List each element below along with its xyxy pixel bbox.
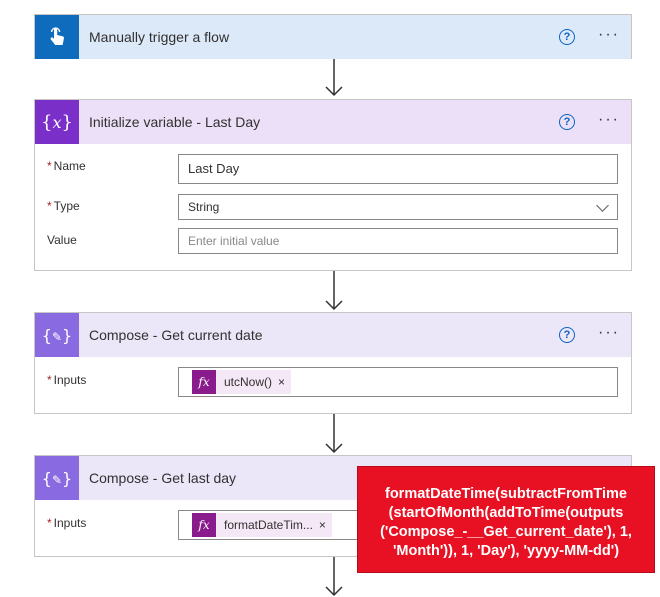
- help-icon[interactable]: ?: [559, 29, 575, 45]
- required-marker: *: [47, 516, 52, 530]
- remove-token-button[interactable]: ×: [319, 511, 332, 539]
- compose-last-day-title: Compose - Get last day: [89, 470, 237, 486]
- compose-current-date-header[interactable]: {✎} Compose - Get current date ? ···: [35, 313, 631, 357]
- chevron-down-icon: [596, 199, 609, 212]
- connector-arrow: [325, 271, 343, 311]
- function-icon: fx: [192, 370, 216, 394]
- type-label: * Type: [47, 199, 80, 213]
- connector-arrow: [325, 557, 343, 597]
- remove-token-button[interactable]: ×: [278, 368, 291, 396]
- inputs-label: * Inputs: [47, 516, 87, 530]
- function-icon: fx: [192, 513, 216, 537]
- type-dropdown[interactable]: String: [178, 194, 618, 220]
- connector-arrow: [325, 414, 343, 454]
- expression-tooltip: formatDateTime(subtractFromTime (startOf…: [357, 466, 655, 573]
- touch-hand-icon: [35, 15, 79, 59]
- connector-arrow: [325, 59, 343, 97]
- trigger-title: Manually trigger a flow: [89, 29, 230, 45]
- more-options-button[interactable]: ···: [598, 325, 620, 341]
- initialize-variable-header[interactable]: {x} Initialize variable - Last Day ? ···: [35, 100, 631, 144]
- required-marker: *: [47, 159, 52, 173]
- value-label: Value: [47, 233, 77, 247]
- inputs-label: * Inputs: [47, 373, 87, 387]
- compose-current-date-card[interactable]: {✎} Compose - Get current date ? ··· * In…: [34, 312, 632, 414]
- expression-token[interactable]: fx utcNow() ×: [192, 368, 292, 396]
- expression-token[interactable]: fx formatDateTim... ×: [192, 513, 332, 537]
- token-label: utcNow(): [224, 375, 273, 389]
- required-marker: *: [47, 199, 52, 213]
- more-options-button[interactable]: ···: [598, 112, 620, 128]
- trigger-card[interactable]: Manually trigger a flow ? ···: [34, 14, 632, 59]
- token-label: formatDateTim...: [224, 518, 313, 532]
- initialize-variable-card[interactable]: {x} Initialize variable - Last Day ? ···…: [34, 99, 632, 271]
- help-icon[interactable]: ?: [559, 327, 575, 343]
- value-placeholder: Enter initial value: [188, 234, 280, 248]
- compose-icon: {✎}: [35, 456, 79, 500]
- compose-current-date-title: Compose - Get current date: [89, 327, 263, 343]
- compose-icon: {✎}: [35, 313, 79, 357]
- value-field[interactable]: Enter initial value: [178, 228, 618, 254]
- trigger-header[interactable]: Manually trigger a flow ? ···: [35, 15, 631, 59]
- more-options-button[interactable]: ···: [598, 27, 620, 43]
- inputs-field[interactable]: fx utcNow() ×: [178, 367, 618, 397]
- initialize-variable-title: Initialize variable - Last Day: [89, 114, 261, 130]
- type-selected-value: String: [188, 200, 220, 214]
- name-label: * Name: [47, 159, 86, 173]
- name-field[interactable]: Last Day: [178, 154, 618, 184]
- help-icon[interactable]: ?: [559, 114, 575, 130]
- required-marker: *: [47, 373, 52, 387]
- variable-braces-icon: {x}: [35, 100, 79, 144]
